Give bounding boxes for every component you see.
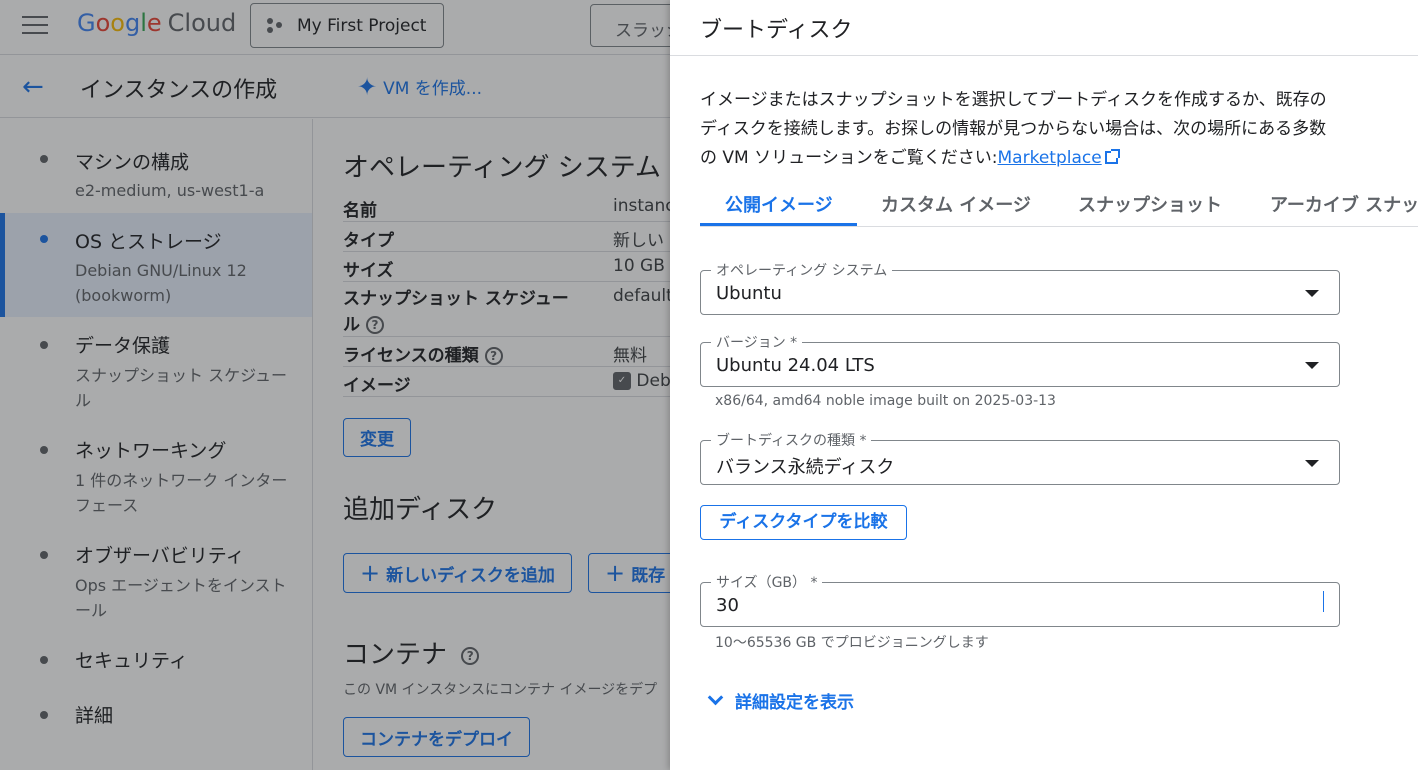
external-link-icon [1104,149,1120,164]
marketplace-link[interactable]: Marketplace [998,148,1102,168]
os-select-label: オペレーティング システム [711,260,893,280]
disk-type-select-value: バランス永続ディスク [716,457,895,478]
disk-type-select[interactable]: ブートディスクの種類 * バランス永続ディスク [700,430,1340,485]
show-advanced-settings-link[interactable]: 詳細設定を表示 [706,688,854,713]
version-hint: x86/64, amd64 noble image built on 2025-… [715,393,1056,409]
boot-disk-panel: ブートディスク イメージまたはスナップショットを選択してブートディスクを作成する… [670,0,1418,770]
compare-disk-types-button[interactable]: ディスクタイプを比較 [700,505,907,540]
tab-custom-images[interactable]: カスタム イメージ [881,191,1031,217]
dropdown-arrow-icon [1305,290,1319,297]
image-source-tabs: 公開イメージ カスタム イメージ スナップショット アーカイブ スナップ [700,180,1418,227]
size-input[interactable]: サイズ（GB） * 30 [700,572,1340,627]
disk-type-select-label: ブートディスクの種類 * [711,430,872,450]
version-select[interactable]: バージョン * Ubuntu 24.04 LTS [700,332,1340,387]
tab-public-images[interactable]: 公開イメージ [725,191,833,217]
size-hint: 10〜65536 GB でプロビジョニングします [715,635,989,651]
size-input-label: サイズ（GB） * [711,572,823,592]
tab-snapshots[interactable]: スナップショット [1078,191,1222,217]
panel-header: ブートディスク [670,0,1418,56]
panel-title: ブートディスク [700,18,853,43]
os-select-value: Ubuntu [716,283,782,304]
dropdown-arrow-icon [1305,460,1319,467]
active-tab-indicator [700,223,857,226]
chevron-down-icon [707,689,724,706]
dropdown-arrow-icon [1305,362,1319,369]
panel-description: イメージまたはスナップショットを選択してブートディスクを作成するか、既存のディス… [700,90,1327,168]
size-input-value: 30 [716,595,739,616]
text-cursor [1323,591,1324,612]
tab-archive-snapshots[interactable]: アーカイブ スナップ [1270,191,1418,217]
version-select-value: Ubuntu 24.04 LTS [716,355,875,376]
os-select[interactable]: オペレーティング システム Ubuntu [700,260,1340,315]
version-select-label: バージョン * [711,332,803,352]
